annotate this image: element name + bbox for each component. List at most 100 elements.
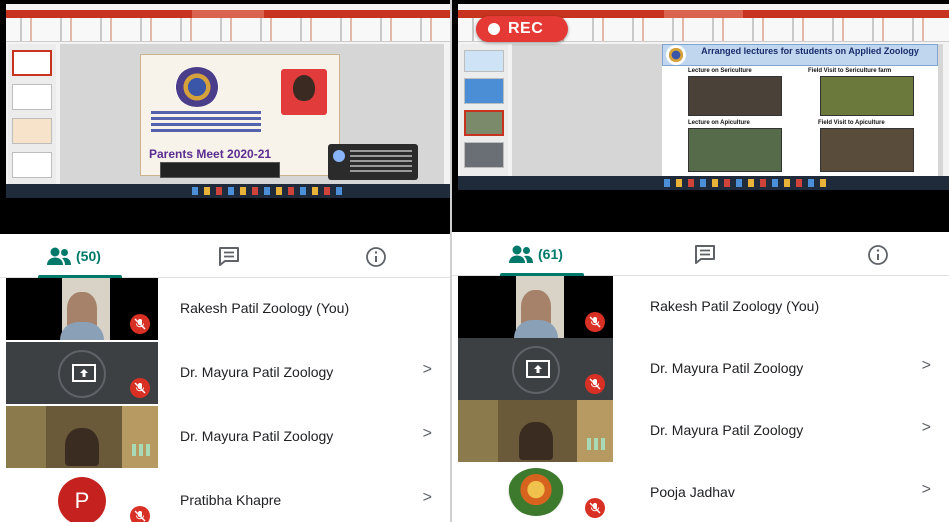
slide-thumbnail (12, 118, 52, 144)
participant-name: Dr. Mayura Patil Zoology (180, 364, 334, 380)
participant-tile (458, 338, 613, 400)
photo-caption: Field Visit to Sericulture farm (808, 68, 892, 74)
mic-off-icon (585, 312, 605, 332)
participant-tile (6, 342, 158, 404)
slide-thumbnail (464, 78, 504, 104)
participant-tile (6, 406, 158, 468)
participants-tabbar: (50) (0, 234, 450, 278)
current-slide: Arranged lectures for students on Applie… (662, 44, 938, 176)
chevron-right-icon[interactable]: > (423, 361, 432, 379)
participant-row[interactable]: Dr. Mayura Patil Zoology > (452, 400, 949, 462)
left-meet-panel: Parents Meet 2020-21 (50) Rakesh Patil Z… (0, 0, 450, 522)
slide-thumbnail (464, 142, 504, 168)
photo-caption: Lecture on Apiculture (688, 120, 750, 126)
participant-name: Dr. Mayura Patil Zoology (180, 428, 334, 444)
window-title-bar (6, 10, 450, 18)
mic-off-icon (130, 314, 150, 334)
slide-thumbnail (12, 84, 52, 110)
chevron-right-icon[interactable]: > (922, 481, 931, 499)
participant-list: Rakesh Patil Zoology (You) Dr. Mayura Pa… (0, 278, 450, 522)
audio-level-icon (132, 444, 150, 456)
participant-list: Rakesh Patil Zoology (You) Dr. Mayura Pa… (452, 276, 949, 522)
right-meet-panel: Arranged lectures for students on Applie… (452, 0, 949, 522)
slide-header: Arranged lectures for students on Applie… (662, 44, 938, 66)
windows-taskbar (6, 184, 450, 198)
college-logo (666, 45, 686, 65)
slide-title: Parents Meet 2020-21 (149, 147, 272, 161)
screenshot-root: Parents Meet 2020-21 (50) Rakesh Patil Z… (0, 0, 949, 522)
tab-chat[interactable] (212, 234, 248, 278)
chevron-right-icon[interactable]: > (922, 419, 931, 437)
chat-icon (695, 245, 715, 264)
people-count: (50) (76, 248, 101, 264)
windows-taskbar (458, 176, 949, 190)
participant-tile (6, 278, 158, 340)
avatar (507, 468, 564, 516)
tab-info[interactable] (362, 234, 392, 278)
participant-row[interactable]: Dr. Mayura Patil Zoology > (0, 342, 450, 404)
participant-row[interactable]: Rakesh Patil Zoology (You) (0, 278, 450, 340)
photo-caption: Field Visit to Apiculture (818, 120, 885, 126)
participant-tile (458, 276, 613, 338)
tab-info[interactable] (864, 232, 894, 276)
participant-name: Pratibha Khapre (180, 492, 282, 508)
meet-icon (333, 150, 345, 162)
participant-name: Pooja Jadhav (650, 484, 735, 500)
audio-level-icon (587, 438, 605, 450)
field-visit-photo (820, 76, 914, 116)
participant-name: Rakesh Patil Zoology (You) (180, 300, 350, 316)
participant-row[interactable]: Rakesh Patil Zoology (You) (452, 276, 949, 338)
chat-icon (219, 247, 239, 266)
tab-people[interactable]: (50) (38, 234, 138, 278)
photo-caption: Lecture on Sericulture (688, 68, 752, 74)
ribbon-toolbar (6, 18, 450, 42)
shared-screen: Arranged lectures for students on Applie… (452, 0, 949, 232)
shared-screen: Parents Meet 2020-21 (0, 0, 450, 234)
lecture-photo (688, 76, 782, 116)
slide-thumbnails (460, 44, 508, 176)
presenting-notification (328, 144, 418, 180)
current-slide: Parents Meet 2020-21 (140, 54, 340, 176)
rec-label: REC (508, 20, 544, 37)
chevron-right-icon[interactable]: > (423, 489, 432, 507)
participant-name: Dr. Mayura Patil Zoology (650, 360, 804, 376)
college-name-text (151, 111, 261, 135)
info-icon (868, 245, 888, 265)
recording-badge: REC (476, 16, 568, 42)
slide-thumbnails (8, 44, 56, 184)
tab-chat[interactable] (688, 232, 724, 276)
slide-thumbnail (464, 110, 504, 136)
meeting-controls-strip (160, 162, 280, 178)
field-visit-photo (820, 128, 914, 172)
participant-tile (458, 462, 613, 522)
slide-thumbnail (12, 50, 52, 76)
people-icon (47, 247, 71, 265)
people-icon (509, 245, 533, 263)
record-icon (488, 23, 500, 35)
college-logo (175, 67, 219, 107)
chevron-right-icon[interactable]: > (423, 425, 432, 443)
slide-heading: Arranged lectures for students on Applie… (701, 46, 919, 56)
speaker-photo (281, 69, 327, 115)
avatar: P (58, 477, 106, 522)
people-count: (61) (538, 246, 563, 262)
participant-row[interactable]: Dr. Mayura Patil Zoology > (452, 338, 949, 400)
participant-tile: P (6, 470, 158, 522)
chevron-right-icon[interactable]: > (922, 357, 931, 375)
slide-thumbnail (12, 152, 52, 178)
mic-off-icon (585, 374, 605, 394)
present-screen-icon (511, 346, 560, 394)
participant-row[interactable]: Dr. Mayura Patil Zoology > (0, 406, 450, 468)
participant-tile (458, 400, 613, 462)
participant-row[interactable]: P Pratibha Khapre > (0, 470, 450, 522)
participant-name: Dr. Mayura Patil Zoology (650, 422, 804, 438)
mic-off-icon (130, 506, 150, 522)
tab-people[interactable]: (61) (500, 232, 600, 276)
mic-off-icon (585, 498, 605, 518)
slide-thumbnail (464, 50, 504, 72)
participant-row[interactable]: Pooja Jadhav > (452, 462, 949, 522)
participant-name: Rakesh Patil Zoology (You) (650, 298, 820, 314)
mic-off-icon (130, 378, 150, 398)
participants-tabbar: (61) (452, 232, 949, 276)
present-screen-icon (58, 350, 106, 398)
